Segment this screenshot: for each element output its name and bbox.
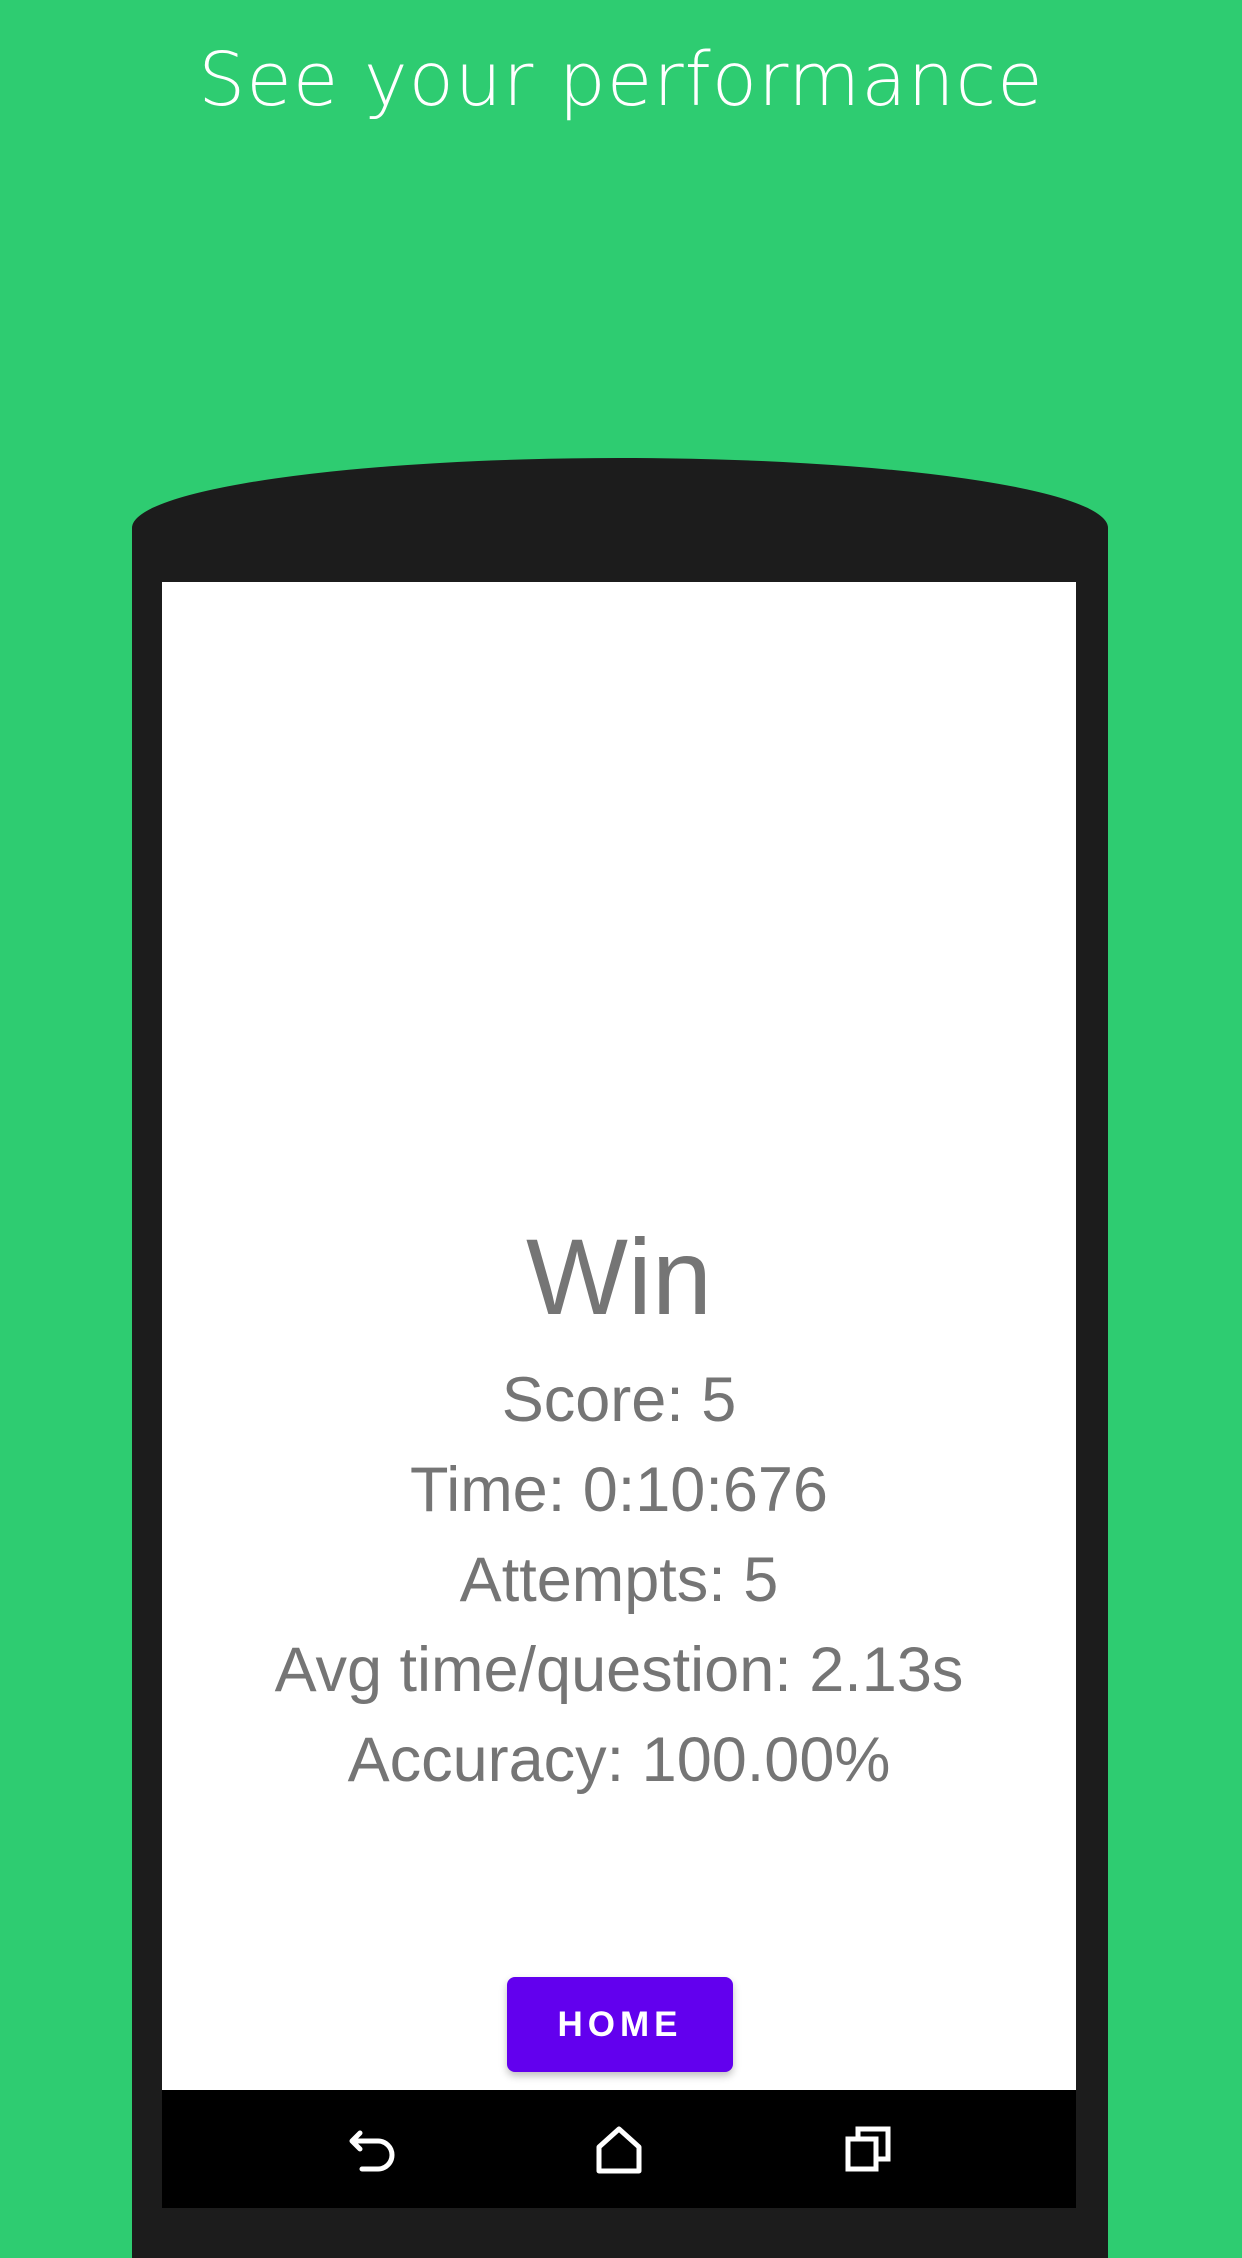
time-stat: Time: 0:10:676 (410, 1455, 828, 1525)
avg-time-stat: Avg time/question: 2.13s (274, 1635, 964, 1705)
nav-home-button[interactable] (559, 2090, 679, 2208)
accuracy-stat: Accuracy: 100.00% (347, 1725, 891, 1795)
home-icon (596, 2126, 642, 2174)
results-panel: Win Score: 5 Time: 0:10:676 Attempts: 5 … (162, 1215, 1076, 1805)
score-stat: Score: 5 (501, 1365, 737, 1435)
page-caption: See your performance (198, 37, 1044, 123)
app-screen: Win Score: 5 Time: 0:10:676 Attempts: 5 … (162, 582, 1076, 2090)
recent-apps-icon (845, 2126, 891, 2172)
back-icon (349, 2130, 395, 2172)
attempts-stat: Attempts: 5 (459, 1545, 779, 1615)
nav-back-button[interactable] (314, 2090, 434, 2208)
system-nav-bar (162, 2090, 1076, 2208)
result-title: Win (526, 1216, 712, 1337)
home-button[interactable]: HOME (507, 1977, 733, 2072)
nav-recent-apps-button[interactable] (808, 2090, 928, 2208)
